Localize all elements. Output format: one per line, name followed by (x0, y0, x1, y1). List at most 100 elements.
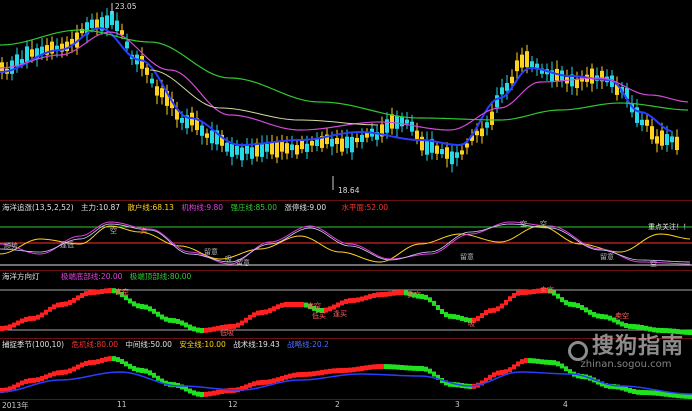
direction-block (12, 322, 16, 328)
signal-tag: 留意 (236, 259, 250, 267)
candle-body (665, 134, 669, 146)
season-block (328, 368, 332, 374)
direction-block (64, 301, 68, 307)
season-block (660, 391, 664, 397)
season-block (640, 390, 644, 395)
candle-body (120, 30, 124, 35)
direction-block (484, 310, 488, 316)
direction-block (128, 298, 132, 304)
season-block (144, 368, 148, 374)
price-chart (0, 3, 689, 190)
season-block (80, 362, 84, 368)
direction-block (84, 291, 88, 297)
season-block (68, 368, 72, 374)
direction-block (372, 292, 376, 298)
candle-body (475, 130, 479, 136)
sogou-logo-icon (567, 340, 588, 361)
direction-block (60, 302, 64, 307)
direction-block (504, 299, 508, 305)
season-block (40, 376, 44, 381)
direction-block (16, 320, 20, 326)
season-block (308, 371, 312, 377)
direction-block (352, 297, 356, 303)
candle-body (390, 114, 394, 129)
direction-block (0, 326, 4, 331)
candle-body (465, 143, 469, 148)
direction-block (460, 316, 464, 321)
candle-body (525, 51, 529, 68)
signal-tag: 低吸 (220, 329, 234, 337)
low-price-label: 18.64 (338, 186, 360, 195)
candle-body (235, 145, 239, 155)
candle-body (505, 82, 509, 91)
signal-tag: 留意 (204, 248, 218, 256)
moving-average-line (0, 29, 689, 121)
signal-tag: 吸 (225, 255, 232, 263)
season-block (192, 390, 196, 396)
direction-block (100, 289, 104, 294)
direction-block (584, 307, 588, 313)
candle-body (240, 147, 244, 161)
candle-body (160, 88, 164, 98)
direction-block (592, 312, 596, 318)
season-block (496, 370, 500, 376)
season-block (132, 366, 136, 372)
direction-block (288, 302, 292, 307)
signal-tag: 顺势 (4, 242, 18, 250)
season-block (352, 367, 356, 373)
direction-block (520, 290, 524, 295)
direction-block (56, 302, 60, 308)
season-block (424, 366, 428, 372)
season-block (188, 388, 192, 394)
direction-block (200, 328, 204, 333)
signal-tag: 吸 (468, 320, 475, 328)
direction-block (376, 292, 380, 298)
signal-tag: 卖空 (307, 302, 321, 310)
candle-body (655, 136, 659, 144)
season-block (528, 358, 532, 364)
candle-body (260, 144, 264, 157)
candle-body (155, 86, 159, 96)
direction-block (76, 295, 80, 301)
direction-block (600, 314, 604, 319)
direction-block (160, 314, 164, 320)
direction-block (296, 302, 300, 307)
direction-block (380, 292, 384, 297)
season-block (420, 366, 424, 371)
candle-body (350, 136, 354, 153)
indicator3-name: 捕捉季节(100,10) (2, 340, 65, 349)
candle-body (225, 142, 229, 152)
direction-block (576, 303, 580, 309)
season-block (148, 370, 152, 376)
direction-block (556, 293, 560, 299)
season-block (120, 359, 124, 364)
indicator1-item: 涨停线:9.00 (284, 203, 327, 212)
candle-body (590, 68, 594, 84)
candle-body (670, 136, 674, 143)
direction-block (180, 320, 184, 326)
direction-block (136, 303, 140, 309)
indicator1-item: 水平面:52.00 (341, 203, 389, 212)
candle-body (575, 79, 579, 89)
direction-block (188, 324, 192, 330)
signal-tag: 空 (650, 260, 657, 268)
season-block (512, 364, 516, 370)
direction-block (20, 318, 24, 324)
direction-block (452, 314, 456, 320)
direction-block (496, 306, 500, 312)
indicator1-item: 主力:10.87 (81, 203, 121, 212)
candle-body (200, 125, 204, 136)
season-block (636, 389, 640, 395)
season-block (104, 356, 108, 362)
season-block (276, 377, 280, 383)
candle-body (675, 136, 679, 151)
candle-body (490, 111, 494, 125)
direction-block (48, 306, 52, 312)
season-block (52, 371, 56, 377)
indicator3-item: 危机线:80.00 (71, 340, 119, 349)
direction-block (480, 313, 484, 318)
season-block (44, 374, 48, 380)
indicator3-item: 中间线:50.00 (125, 340, 172, 349)
direction-block (344, 298, 348, 304)
direction-block (476, 315, 480, 321)
